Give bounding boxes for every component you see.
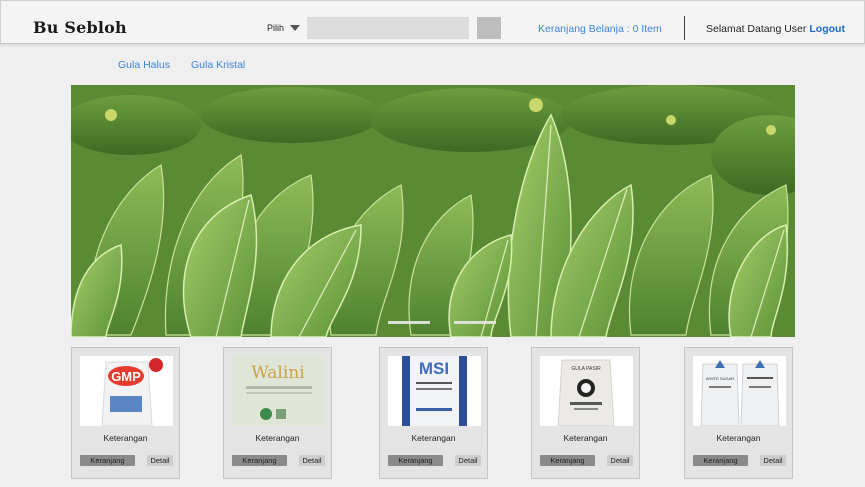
add-to-cart-button[interactable]: Keranjang bbox=[232, 455, 287, 466]
search-input[interactable] bbox=[307, 17, 469, 39]
add-to-cart-button[interactable]: Keranjang bbox=[540, 455, 595, 466]
product-image-white-sugar[interactable]: WHITE SUGAR bbox=[693, 356, 786, 426]
brand-logo[interactable]: Bu Sebloh bbox=[33, 18, 127, 37]
search-button[interactable] bbox=[477, 17, 501, 39]
add-to-cart-button[interactable]: Keranjang bbox=[388, 455, 443, 466]
nav-link-gula-kristal[interactable]: Gula Kristal bbox=[191, 59, 245, 71]
detail-button[interactable]: Detail bbox=[760, 455, 786, 466]
detail-button[interactable]: Detail bbox=[455, 455, 481, 466]
user-greeting: Selamat Datang User Logout bbox=[706, 23, 845, 35]
product-description: Keterangan bbox=[103, 433, 148, 443]
product-image-gula-pasir[interactable]: GULA PASIR bbox=[540, 356, 633, 426]
product-brand-label: Walini bbox=[251, 363, 305, 383]
product-image-gmp[interactable]: GMP bbox=[80, 356, 173, 426]
logout-link[interactable]: Logout bbox=[809, 23, 845, 35]
detail-button[interactable]: Detail bbox=[299, 455, 325, 466]
product-card[interactable]: WHITE SUGAR Keterangan Keranjang Detail bbox=[684, 347, 793, 479]
product-image-walini[interactable]: Walini bbox=[232, 356, 325, 426]
hero-carousel-image bbox=[71, 85, 795, 337]
product-card[interactable]: MSI Keterangan Keranjang Detail bbox=[379, 347, 488, 479]
product-brand-label: MSI bbox=[419, 359, 449, 378]
product-description: Keterangan bbox=[411, 433, 456, 443]
add-to-cart-button[interactable]: Keranjang bbox=[693, 455, 748, 466]
category-select-label[interactable]: Pilih bbox=[267, 23, 284, 33]
nav-link-gula-halus[interactable]: Gula Halus bbox=[118, 59, 170, 71]
product-image-msi[interactable]: MSI bbox=[388, 356, 481, 426]
carousel-indicator-1[interactable] bbox=[388, 321, 430, 324]
shopping-cart-link[interactable]: Keranjang Belanja : 0 Item bbox=[538, 23, 662, 35]
product-description: Keterangan bbox=[255, 433, 300, 443]
product-brand-label: GULA PASIR bbox=[571, 366, 601, 372]
chevron-down-icon[interactable] bbox=[290, 25, 300, 31]
product-card[interactable]: Walini Keterangan Keranjang Detail bbox=[223, 347, 332, 479]
product-description: Keterangan bbox=[716, 433, 761, 443]
detail-button[interactable]: Detail bbox=[607, 455, 633, 466]
top-navbar: Bu Sebloh Pilih Keranjang Belanja : 0 It… bbox=[0, 0, 865, 44]
product-card[interactable]: GULA PASIR Keterangan Keranjang Detail bbox=[531, 347, 640, 479]
product-description: Keterangan bbox=[563, 433, 608, 443]
product-card[interactable]: GMP Keterangan Keranjang Detail bbox=[71, 347, 180, 479]
product-brand-label: GMP bbox=[111, 369, 141, 384]
product-brand-label: WHITE SUGAR bbox=[706, 376, 734, 381]
header-divider bbox=[684, 16, 685, 40]
carousel-indicator-2[interactable] bbox=[454, 321, 496, 324]
greeting-text: Selamat Datang User bbox=[706, 23, 807, 35]
add-to-cart-button[interactable]: Keranjang bbox=[80, 455, 135, 466]
detail-button[interactable]: Detail bbox=[147, 455, 173, 466]
tobacco-leaves-illustration bbox=[71, 85, 795, 337]
